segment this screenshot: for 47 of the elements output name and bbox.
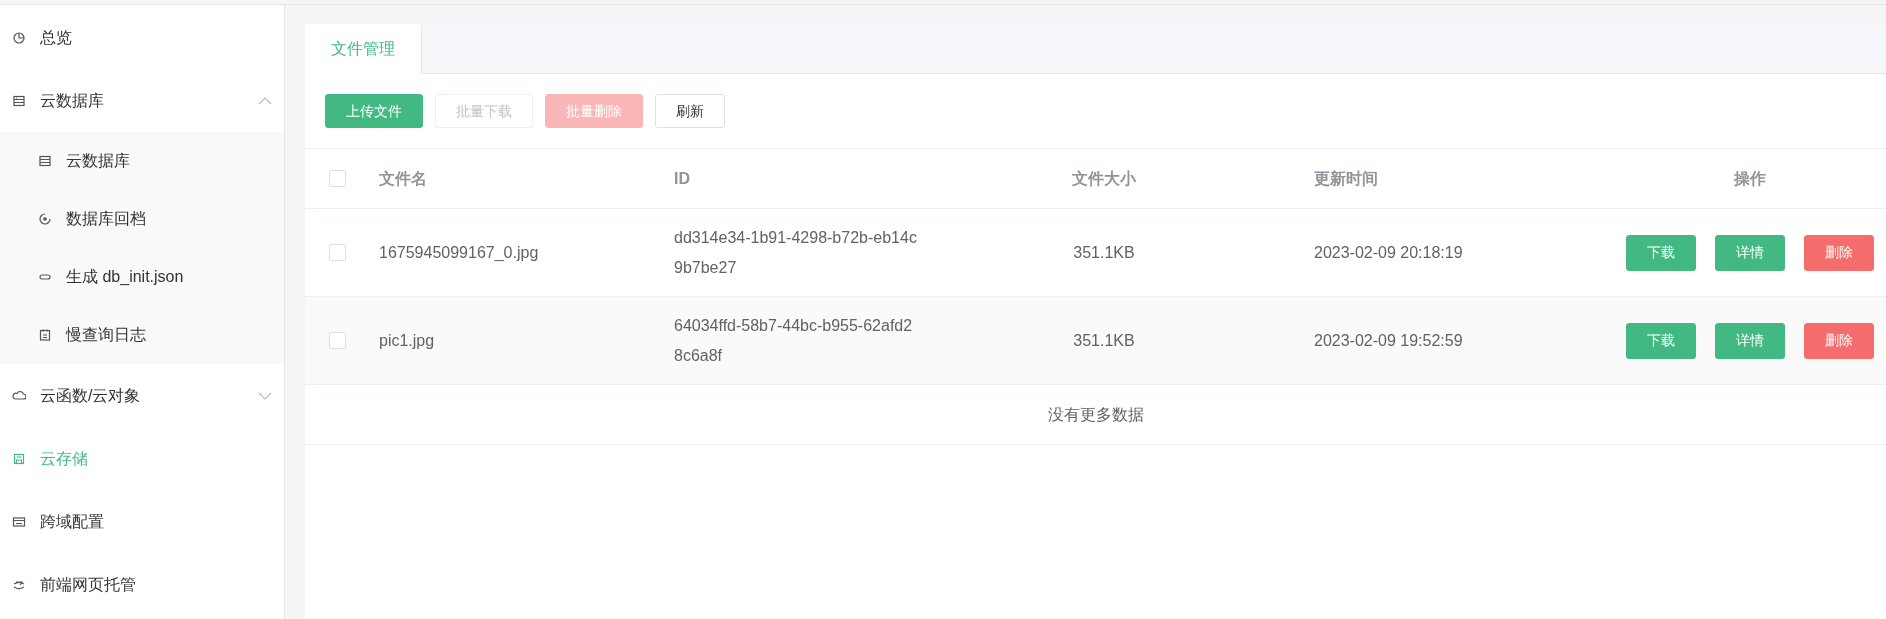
column-header: 文件大小 [1071, 168, 1137, 189]
table-cell-text: 9b7be27 [674, 257, 738, 278]
table-cell-text: pic1.jpg [379, 330, 436, 351]
column-header: 操作 [1732, 168, 1767, 189]
sidebar-item[interactable]: 总览 [0, 6, 284, 69]
table-cell-text: 64034ffd-58b7-44bc-b955-62afd2 [674, 315, 914, 336]
toolbar-button[interactable]: 刷新 [655, 94, 725, 128]
sidebar-item[interactable]: 跨域配置 [0, 490, 284, 553]
action-button[interactable]: 删除 [1804, 322, 1874, 359]
list-icon [12, 93, 26, 108]
column-header: 更新时间 [1314, 168, 1379, 189]
refresh-icon [38, 212, 52, 226]
cloud-icon [12, 388, 26, 403]
toolbar-button[interactable]: 上传文件 [325, 94, 423, 128]
submenu-item[interactable]: 生成 db_init.json [0, 248, 284, 306]
submenu-item[interactable]: 数据库回档 [0, 190, 284, 248]
sidebar-item[interactable]: 前端网页托管 [0, 553, 284, 616]
chevron-down-icon[interactable] [258, 391, 272, 400]
column-header: ID [674, 168, 691, 189]
empty-message: 没有更多数据 [1047, 404, 1144, 425]
tab[interactable]: 文件管理 [305, 24, 422, 74]
checkbox[interactable] [329, 244, 346, 261]
table-cell-text: 351.1KB [1072, 242, 1136, 263]
window-icon [12, 514, 26, 529]
checkbox[interactable] [329, 170, 346, 187]
action-button[interactable]: 删除 [1804, 234, 1874, 271]
table-cell-text: 2023-02-09 20:18:19 [1314, 242, 1464, 263]
table-cell-text: 2023-02-09 19:52:59 [1314, 330, 1464, 351]
action-button[interactable]: 下载 [1626, 234, 1696, 271]
calendar-icon [38, 328, 52, 342]
action-button[interactable]: 详情 [1715, 322, 1785, 359]
sidebar-item[interactable]: 云函数/云对象 [0, 364, 284, 427]
sidebar-item[interactable]: 云数据库 [0, 69, 284, 132]
checkbox[interactable] [329, 332, 346, 349]
submenu-item[interactable]: 云数据库 [0, 132, 284, 190]
list-icon [38, 154, 52, 168]
action-button[interactable]: 详情 [1715, 234, 1785, 271]
pie-chart-icon [12, 30, 26, 45]
action-button[interactable]: 下载 [1626, 322, 1696, 359]
column-header: 文件名 [379, 168, 428, 189]
table-cell-text: 8c6a8f [674, 345, 724, 366]
table-cell-text: dd314e34-1b91-4298-b72b-eb14c [674, 227, 918, 248]
chevron-up-icon[interactable] [258, 96, 272, 105]
sidebar-item[interactable]: 云存储 [0, 427, 284, 490]
submenu-item[interactable]: 慢查询日志 [0, 306, 284, 364]
table-cell-text: 1675945099167_0.jpg [379, 242, 540, 263]
table-cell-text: 351.1KB [1072, 330, 1136, 351]
